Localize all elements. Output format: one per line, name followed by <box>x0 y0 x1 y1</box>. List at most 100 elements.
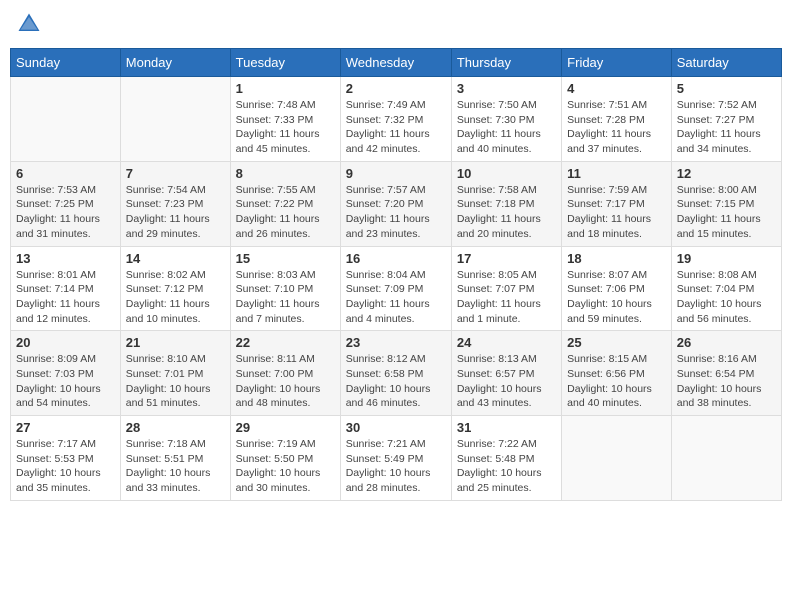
day-info: Sunrise: 8:15 AM Sunset: 6:56 PM Dayligh… <box>567 352 666 411</box>
day-number: 6 <box>16 166 115 181</box>
day-info: Sunrise: 7:53 AM Sunset: 7:25 PM Dayligh… <box>16 183 115 242</box>
day-number: 12 <box>677 166 776 181</box>
logo-icon <box>15 10 43 38</box>
day-info: Sunrise: 7:55 AM Sunset: 7:22 PM Dayligh… <box>236 183 335 242</box>
calendar-cell: 20Sunrise: 8:09 AM Sunset: 7:03 PM Dayli… <box>11 331 121 416</box>
day-number: 1 <box>236 81 335 96</box>
calendar-cell: 6 Sunrise: 7:53 AM Sunset: 7:25 PM Daylig… <box>11 161 121 246</box>
day-number: 11 <box>567 166 666 181</box>
day-info: Sunrise: 7:57 AM Sunset: 7:20 PM Dayligh… <box>346 183 446 242</box>
calendar-cell: 21 Sunrise: 8:10 AM Sunset: 7:01 PM Dayli… <box>120 331 230 416</box>
day-info: Sunrise: 8:16 AM Sunset: 6:54 PM Dayligh… <box>677 352 776 411</box>
calendar-cell: 25 Sunrise: 8:15 AM Sunset: 6:56 PM Dayli… <box>562 331 672 416</box>
calendar-header-thursday: Thursday <box>451 49 561 77</box>
day-info: Sunrise: 8:08 AM Sunset: 7:04 PM Dayligh… <box>677 268 776 327</box>
day-info: Sunrise: 7:54 AM Sunset: 7:23 PM Dayligh… <box>126 183 225 242</box>
calendar-cell: 3Sunrise: 7:50 AM Sunset: 7:30 PM Daylig… <box>451 77 561 162</box>
day-info: Sunrise: 8:12 AM Sunset: 6:58 PM Dayligh… <box>346 352 446 411</box>
day-number: 24 <box>457 335 556 350</box>
calendar-cell: 23Sunrise: 8:12 AM Sunset: 6:58 PM Dayli… <box>340 331 451 416</box>
logo <box>15 10 47 38</box>
day-info: Sunrise: 7:58 AM Sunset: 7:18 PM Dayligh… <box>457 183 556 242</box>
calendar-header-monday: Monday <box>120 49 230 77</box>
calendar-cell: 1 Sunrise: 7:48 AM Sunset: 7:33 PM Daylig… <box>230 77 340 162</box>
calendar-header-row: SundayMondayTuesdayWednesdayThursdayFrid… <box>11 49 782 77</box>
calendar-week-row: 1 Sunrise: 7:48 AM Sunset: 7:33 PM Daylig… <box>11 77 782 162</box>
day-number: 28 <box>126 420 225 435</box>
day-info: Sunrise: 7:19 AM Sunset: 5:50 PM Dayligh… <box>236 437 335 496</box>
day-number: 19 <box>677 251 776 266</box>
day-number: 14 <box>126 251 225 266</box>
day-number: 31 <box>457 420 556 435</box>
calendar-cell: 2 Sunrise: 7:49 AM Sunset: 7:32 PM Daylig… <box>340 77 451 162</box>
page-header <box>10 10 782 38</box>
calendar-week-row: 13 Sunrise: 8:01 AM Sunset: 7:14 PM Dayli… <box>11 246 782 331</box>
day-info: Sunrise: 7:18 AM Sunset: 5:51 PM Dayligh… <box>126 437 225 496</box>
calendar-cell: 10 Sunrise: 7:58 AM Sunset: 7:18 PM Dayli… <box>451 161 561 246</box>
day-info: Sunrise: 7:49 AM Sunset: 7:32 PM Dayligh… <box>346 98 446 157</box>
calendar-cell: 11 Sunrise: 7:59 AM Sunset: 7:17 PM Dayli… <box>562 161 672 246</box>
calendar-cell: 15 Sunrise: 8:03 AM Sunset: 7:10 PM Dayli… <box>230 246 340 331</box>
calendar-week-row: 27 Sunrise: 7:17 AM Sunset: 5:53 PM Dayli… <box>11 416 782 501</box>
day-number: 21 <box>126 335 225 350</box>
day-number: 2 <box>346 81 446 96</box>
calendar-header-sunday: Sunday <box>11 49 121 77</box>
day-number: 16 <box>346 251 446 266</box>
day-number: 4 <box>567 81 666 96</box>
day-info: Sunrise: 8:05 AM Sunset: 7:07 PM Dayligh… <box>457 268 556 327</box>
calendar-cell <box>120 77 230 162</box>
calendar-header-friday: Friday <box>562 49 672 77</box>
calendar-cell: 7Sunrise: 7:54 AM Sunset: 7:23 PM Daylig… <box>120 161 230 246</box>
calendar-cell: 30 Sunrise: 7:21 AM Sunset: 5:49 PM Dayli… <box>340 416 451 501</box>
day-info: Sunrise: 8:09 AM Sunset: 7:03 PM Dayligh… <box>16 352 115 411</box>
calendar-cell: 8 Sunrise: 7:55 AM Sunset: 7:22 PM Daylig… <box>230 161 340 246</box>
day-number: 17 <box>457 251 556 266</box>
day-number: 18 <box>567 251 666 266</box>
calendar-cell <box>671 416 781 501</box>
day-info: Sunrise: 7:52 AM Sunset: 7:27 PM Dayligh… <box>677 98 776 157</box>
day-info: Sunrise: 8:00 AM Sunset: 7:15 PM Dayligh… <box>677 183 776 242</box>
day-number: 22 <box>236 335 335 350</box>
day-number: 10 <box>457 166 556 181</box>
calendar-week-row: 20Sunrise: 8:09 AM Sunset: 7:03 PM Dayli… <box>11 331 782 416</box>
calendar-cell: 24 Sunrise: 8:13 AM Sunset: 6:57 PM Dayli… <box>451 331 561 416</box>
day-info: Sunrise: 8:13 AM Sunset: 6:57 PM Dayligh… <box>457 352 556 411</box>
calendar-cell <box>11 77 121 162</box>
calendar-cell: 29Sunrise: 7:19 AM Sunset: 5:50 PM Dayli… <box>230 416 340 501</box>
day-number: 25 <box>567 335 666 350</box>
day-info: Sunrise: 7:21 AM Sunset: 5:49 PM Dayligh… <box>346 437 446 496</box>
calendar-cell: 17 Sunrise: 8:05 AM Sunset: 7:07 PM Dayli… <box>451 246 561 331</box>
day-number: 26 <box>677 335 776 350</box>
day-number: 15 <box>236 251 335 266</box>
day-info: Sunrise: 8:11 AM Sunset: 7:00 PM Dayligh… <box>236 352 335 411</box>
day-number: 9 <box>346 166 446 181</box>
calendar-header-wednesday: Wednesday <box>340 49 451 77</box>
day-info: Sunrise: 7:22 AM Sunset: 5:48 PM Dayligh… <box>457 437 556 496</box>
calendar-cell: 19 Sunrise: 8:08 AM Sunset: 7:04 PM Dayli… <box>671 246 781 331</box>
day-info: Sunrise: 7:51 AM Sunset: 7:28 PM Dayligh… <box>567 98 666 157</box>
calendar-cell: 13 Sunrise: 8:01 AM Sunset: 7:14 PM Dayli… <box>11 246 121 331</box>
calendar-cell: 28 Sunrise: 7:18 AM Sunset: 5:51 PM Dayli… <box>120 416 230 501</box>
day-number: 5 <box>677 81 776 96</box>
day-number: 27 <box>16 420 115 435</box>
day-info: Sunrise: 7:59 AM Sunset: 7:17 PM Dayligh… <box>567 183 666 242</box>
day-info: Sunrise: 8:01 AM Sunset: 7:14 PM Dayligh… <box>16 268 115 327</box>
calendar-cell: 27 Sunrise: 7:17 AM Sunset: 5:53 PM Dayli… <box>11 416 121 501</box>
calendar-cell: 14Sunrise: 8:02 AM Sunset: 7:12 PM Dayli… <box>120 246 230 331</box>
calendar-cell <box>562 416 672 501</box>
calendar-cell: 12 Sunrise: 8:00 AM Sunset: 7:15 PM Dayli… <box>671 161 781 246</box>
calendar-cell: 22 Sunrise: 8:11 AM Sunset: 7:00 PM Dayli… <box>230 331 340 416</box>
day-info: Sunrise: 7:48 AM Sunset: 7:33 PM Dayligh… <box>236 98 335 157</box>
day-info: Sunrise: 8:03 AM Sunset: 7:10 PM Dayligh… <box>236 268 335 327</box>
day-number: 8 <box>236 166 335 181</box>
day-info: Sunrise: 8:04 AM Sunset: 7:09 PM Dayligh… <box>346 268 446 327</box>
calendar-cell: 18 Sunrise: 8:07 AM Sunset: 7:06 PM Dayli… <box>562 246 672 331</box>
day-info: Sunrise: 8:07 AM Sunset: 7:06 PM Dayligh… <box>567 268 666 327</box>
day-info: Sunrise: 7:17 AM Sunset: 5:53 PM Dayligh… <box>16 437 115 496</box>
calendar-cell: 4 Sunrise: 7:51 AM Sunset: 7:28 PM Daylig… <box>562 77 672 162</box>
day-info: Sunrise: 7:50 AM Sunset: 7:30 PM Dayligh… <box>457 98 556 157</box>
day-number: 30 <box>346 420 446 435</box>
day-number: 13 <box>16 251 115 266</box>
day-info: Sunrise: 8:10 AM Sunset: 7:01 PM Dayligh… <box>126 352 225 411</box>
calendar-week-row: 6 Sunrise: 7:53 AM Sunset: 7:25 PM Daylig… <box>11 161 782 246</box>
